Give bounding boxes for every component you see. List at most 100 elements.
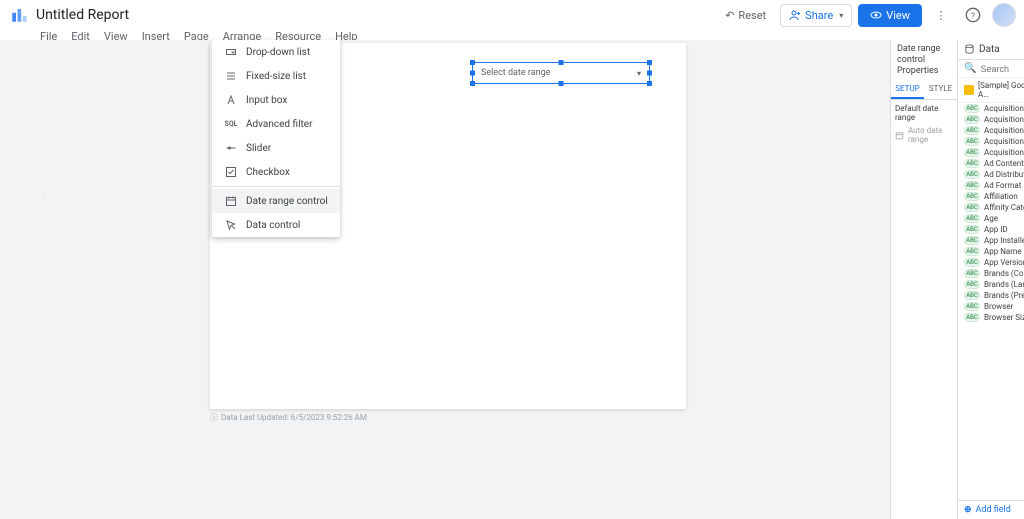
canvas-area[interactable]: Select date range ▾ ⓘ Data Last Updated:…: [0, 40, 1024, 519]
field-item[interactable]: ABC Ad Distribution Net…: [958, 169, 1024, 180]
info-icon: ⓘ: [210, 412, 218, 423]
control-date-range[interactable]: Date range control: [212, 189, 340, 213]
date-range-placeholder: Select date range: [481, 68, 550, 78]
properties-panel: Date range control Properties SETUP STYL…: [891, 40, 958, 519]
field-label: App Name: [984, 247, 1022, 256]
analytics-icon: [964, 85, 974, 95]
calendar-icon: [224, 194, 238, 208]
field-item[interactable]: ABC Acquisition Source: [958, 136, 1024, 147]
field-label: Affiliation: [984, 192, 1018, 201]
more-options-button[interactable]: ⋮: [928, 2, 954, 28]
avatar[interactable]: [992, 3, 1016, 27]
field-label: App ID: [984, 225, 1008, 234]
canvas-footer: ⓘ Data Last Updated: 6/5/2023 9:52:26 AM: [210, 412, 367, 423]
app-logo: [8, 4, 30, 26]
field-item[interactable]: ABC Ad Content: [958, 158, 1024, 169]
field-item[interactable]: ABCAge: [958, 213, 1024, 224]
field-item[interactable]: ABC Brands (Previous C…: [958, 290, 1024, 301]
field-type-badge: ABC: [964, 170, 980, 179]
field-type-badge: ABC: [964, 225, 980, 234]
field-item[interactable]: ABCBrands (Content Gr…: [958, 268, 1024, 279]
dropdown-icon: [224, 45, 238, 59]
list-icon: [224, 69, 238, 83]
field-item[interactable]: ABCAcquisition Campai…: [958, 103, 1024, 114]
date-range-control[interactable]: Select date range ▾: [472, 62, 650, 84]
undo-icon: ↶: [725, 9, 734, 22]
data-panel: Data 🔍 [Sample] Google A… ⋮ ABCAcquisiti…: [958, 40, 1024, 519]
field-item[interactable]: ABCApp Name: [958, 246, 1024, 257]
field-list: ABCAcquisition Campai…ABCAcquisition Cha…: [958, 103, 1024, 500]
field-type-badge: ABC: [964, 148, 980, 157]
field-label: Ad Distribution Net…: [984, 170, 1024, 179]
help-button[interactable]: ?: [960, 2, 986, 28]
person-add-icon: [789, 9, 801, 21]
field-item[interactable]: ABCAd Format: [958, 180, 1024, 191]
prop-auto-date-range[interactable]: Auto date range: [895, 126, 953, 144]
doc-title[interactable]: Untitled Report: [36, 7, 717, 23]
field-item[interactable]: ABC App ID: [958, 224, 1024, 235]
field-item[interactable]: ABCApp Version: [958, 257, 1024, 268]
control-fixed-list[interactable]: Fixed-size list: [212, 64, 340, 88]
field-type-badge: ABC: [964, 302, 980, 311]
resize-handle-s[interactable]: [559, 81, 564, 86]
data-search-input[interactable]: [980, 64, 1024, 74]
field-label: Browser Size: [984, 313, 1024, 322]
field-type-badge: ABC: [964, 203, 980, 212]
tab-setup[interactable]: SETUP: [891, 80, 924, 99]
field-type-badge: ABC: [964, 258, 980, 267]
resize-handle-w[interactable]: [470, 71, 475, 76]
field-item[interactable]: ABCApp Installer ID: [958, 235, 1024, 246]
tab-style[interactable]: STYLE: [924, 80, 957, 99]
control-input-box[interactable]: Input box: [212, 88, 340, 112]
slider-icon: [224, 141, 238, 155]
control-data-control[interactable]: Data control: [212, 213, 340, 237]
field-item[interactable]: ABCAcquisition Medium: [958, 125, 1024, 136]
field-label: Brands (Previous C…: [984, 291, 1024, 300]
field-label: App Installer ID: [984, 236, 1024, 245]
add-field-button[interactable]: ⊕ Add field: [958, 500, 1024, 519]
resize-handle-e[interactable]: [647, 71, 652, 76]
search-icon: 🔍: [964, 63, 976, 74]
field-type-badge: ABC: [964, 192, 980, 201]
field-type-badge: ABC: [964, 291, 980, 300]
control-slider[interactable]: Slider: [212, 136, 340, 160]
field-item[interactable]: ABCBrands (Landing Co…: [958, 279, 1024, 290]
field-label: Ad Content: [984, 159, 1024, 168]
field-type-badge: ABC: [964, 137, 980, 146]
database-icon: [964, 44, 975, 55]
text-a-icon: [224, 93, 238, 107]
more-vert-icon: ⋮: [936, 9, 947, 22]
resize-handle-sw[interactable]: [470, 81, 475, 86]
resize-handle-se[interactable]: [647, 81, 652, 86]
field-item[interactable]: ABC Browser: [958, 301, 1024, 312]
calendar-icon: [895, 131, 904, 140]
field-label: Acquisition Source: [984, 137, 1024, 146]
field-item[interactable]: ABC Affiliation: [958, 191, 1024, 202]
properties-title: Date range control Properties: [891, 40, 957, 76]
field-item[interactable]: ABCBrowser Size: [958, 312, 1024, 323]
field-item[interactable]: ABCAcquisition Channel: [958, 114, 1024, 125]
resize-handle-n[interactable]: [559, 60, 564, 65]
datasource-row[interactable]: [Sample] Google A… ⋮: [958, 78, 1024, 103]
control-dropdown-list[interactable]: Drop-down list: [212, 40, 340, 64]
resize-handle-nw[interactable]: [470, 60, 475, 65]
share-button[interactable]: Share ▾: [780, 4, 852, 27]
field-type-badge: ABC: [964, 181, 980, 190]
control-checkbox[interactable]: Checkbox: [212, 160, 340, 184]
control-advanced-filter[interactable]: SQLAdvanced filter: [212, 112, 340, 136]
resize-handle-ne[interactable]: [647, 60, 652, 65]
help-icon: ?: [965, 7, 981, 23]
field-item[interactable]: ABC Affinity Category (re…: [958, 202, 1024, 213]
chevron-down-icon: ▾: [839, 11, 843, 20]
field-label: Age: [984, 214, 998, 223]
field-label: Affinity Category (re…: [984, 203, 1024, 212]
reset-button[interactable]: ↶ Reset: [717, 5, 774, 26]
view-button[interactable]: View: [858, 4, 922, 27]
field-item[interactable]: ABCAcquisition Source …: [958, 147, 1024, 158]
separator: [212, 186, 340, 187]
field-label: Browser: [984, 302, 1013, 311]
field-type-badge: ABC: [964, 159, 980, 168]
eye-icon: [870, 9, 882, 21]
field-label: Brands (Landing Co…: [984, 280, 1024, 289]
field-type-badge: ABC: [964, 126, 980, 135]
